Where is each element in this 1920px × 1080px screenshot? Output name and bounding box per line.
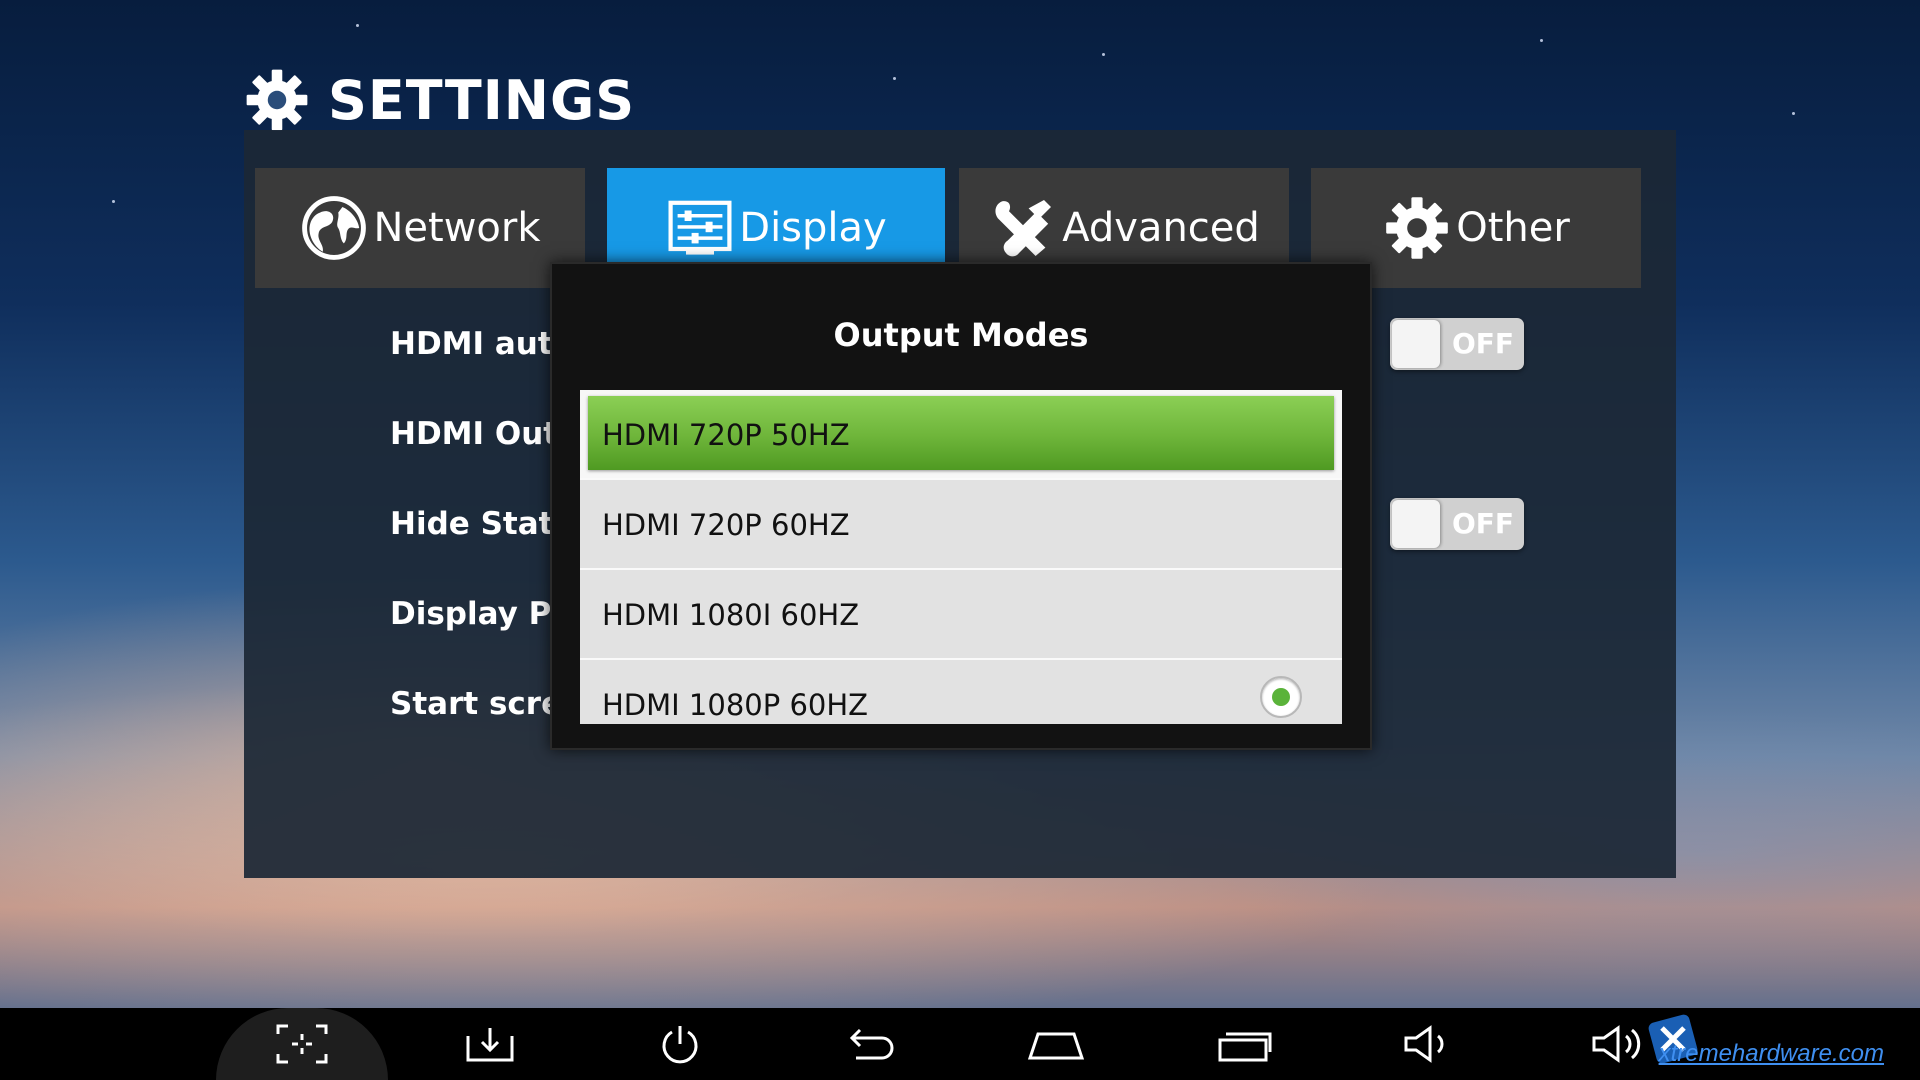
toggle-state: OFF — [1452, 327, 1515, 360]
back-button[interactable] — [810, 1008, 930, 1080]
volume-down-icon — [1404, 1025, 1444, 1063]
output-mode-list[interactable]: HDMI 720P 50HZ HDMI 720P 60HZ HDMI 1080I… — [580, 390, 1342, 724]
volume-up-icon — [1592, 1025, 1641, 1063]
volume-down-button[interactable] — [1368, 1008, 1488, 1080]
power-button[interactable] — [620, 1008, 740, 1080]
gear-icon — [246, 69, 308, 131]
star — [1792, 112, 1795, 115]
screenshot-button[interactable] — [216, 1008, 388, 1080]
hide-status-bar-toggle[interactable]: OFF — [1390, 498, 1524, 550]
watermark-text: xtremehardware.com — [1658, 1040, 1884, 1067]
star — [893, 77, 896, 80]
radio-button-checked[interactable] — [1260, 676, 1302, 718]
radio-dot — [1272, 688, 1290, 706]
star — [1102, 53, 1105, 56]
star — [112, 200, 115, 203]
tools-icon — [995, 200, 1052, 257]
recent-apps-button[interactable] — [1184, 1008, 1304, 1080]
option-label: HDMI 720P 50HZ — [602, 418, 850, 452]
system-navigation-bar: xtremehardware.com — [0, 1008, 1920, 1080]
option-hdmi-720p-50hz[interactable]: HDMI 720P 50HZ — [580, 390, 1342, 480]
globe-icon — [302, 196, 367, 260]
toggle-knob — [1392, 500, 1440, 548]
toggle-state: OFF — [1452, 507, 1515, 540]
tab-label: Display — [739, 205, 887, 251]
tab-label: Network — [373, 205, 541, 251]
star — [356, 24, 359, 27]
recent-apps-icon — [1218, 1032, 1272, 1062]
back-icon — [849, 1028, 894, 1060]
toggle-knob — [1392, 320, 1440, 368]
power-icon — [662, 1026, 698, 1064]
tab-label: Advanced — [1062, 205, 1260, 251]
dialog-title: Output Modes — [833, 316, 1089, 354]
option-label: HDMI 1080P 60HZ — [602, 688, 869, 722]
settings-header: SETTINGS — [244, 62, 635, 138]
download-button[interactable] — [430, 1008, 550, 1080]
gear-icon — [1386, 197, 1449, 259]
option-hdmi-720p-60hz[interactable]: HDMI 720P 60HZ — [580, 480, 1342, 570]
option-label: HDMI 720P 60HZ — [602, 508, 850, 542]
screenshot-icon — [276, 1024, 328, 1064]
option-hdmi-1080i-60hz[interactable]: HDMI 1080I 60HZ — [580, 570, 1342, 660]
tab-label: Other — [1456, 205, 1570, 251]
output-modes-dialog: Output Modes HDMI 720P 50HZ HDMI 720P 60… — [550, 262, 1372, 750]
home-button[interactable] — [996, 1008, 1116, 1080]
tab-network[interactable]: Network — [255, 168, 585, 288]
option-hdmi-1080p-60hz[interactable]: HDMI 1080P 60HZ — [580, 660, 1342, 724]
option-label: HDMI 1080I 60HZ — [602, 598, 860, 632]
home-icon — [1027, 1032, 1085, 1060]
download-icon — [466, 1028, 514, 1062]
star — [1540, 39, 1543, 42]
display-settings-icon — [668, 200, 732, 255]
hdmi-auto-detection-toggle[interactable]: OFF — [1390, 318, 1524, 370]
page-title: SETTINGS — [328, 68, 636, 132]
